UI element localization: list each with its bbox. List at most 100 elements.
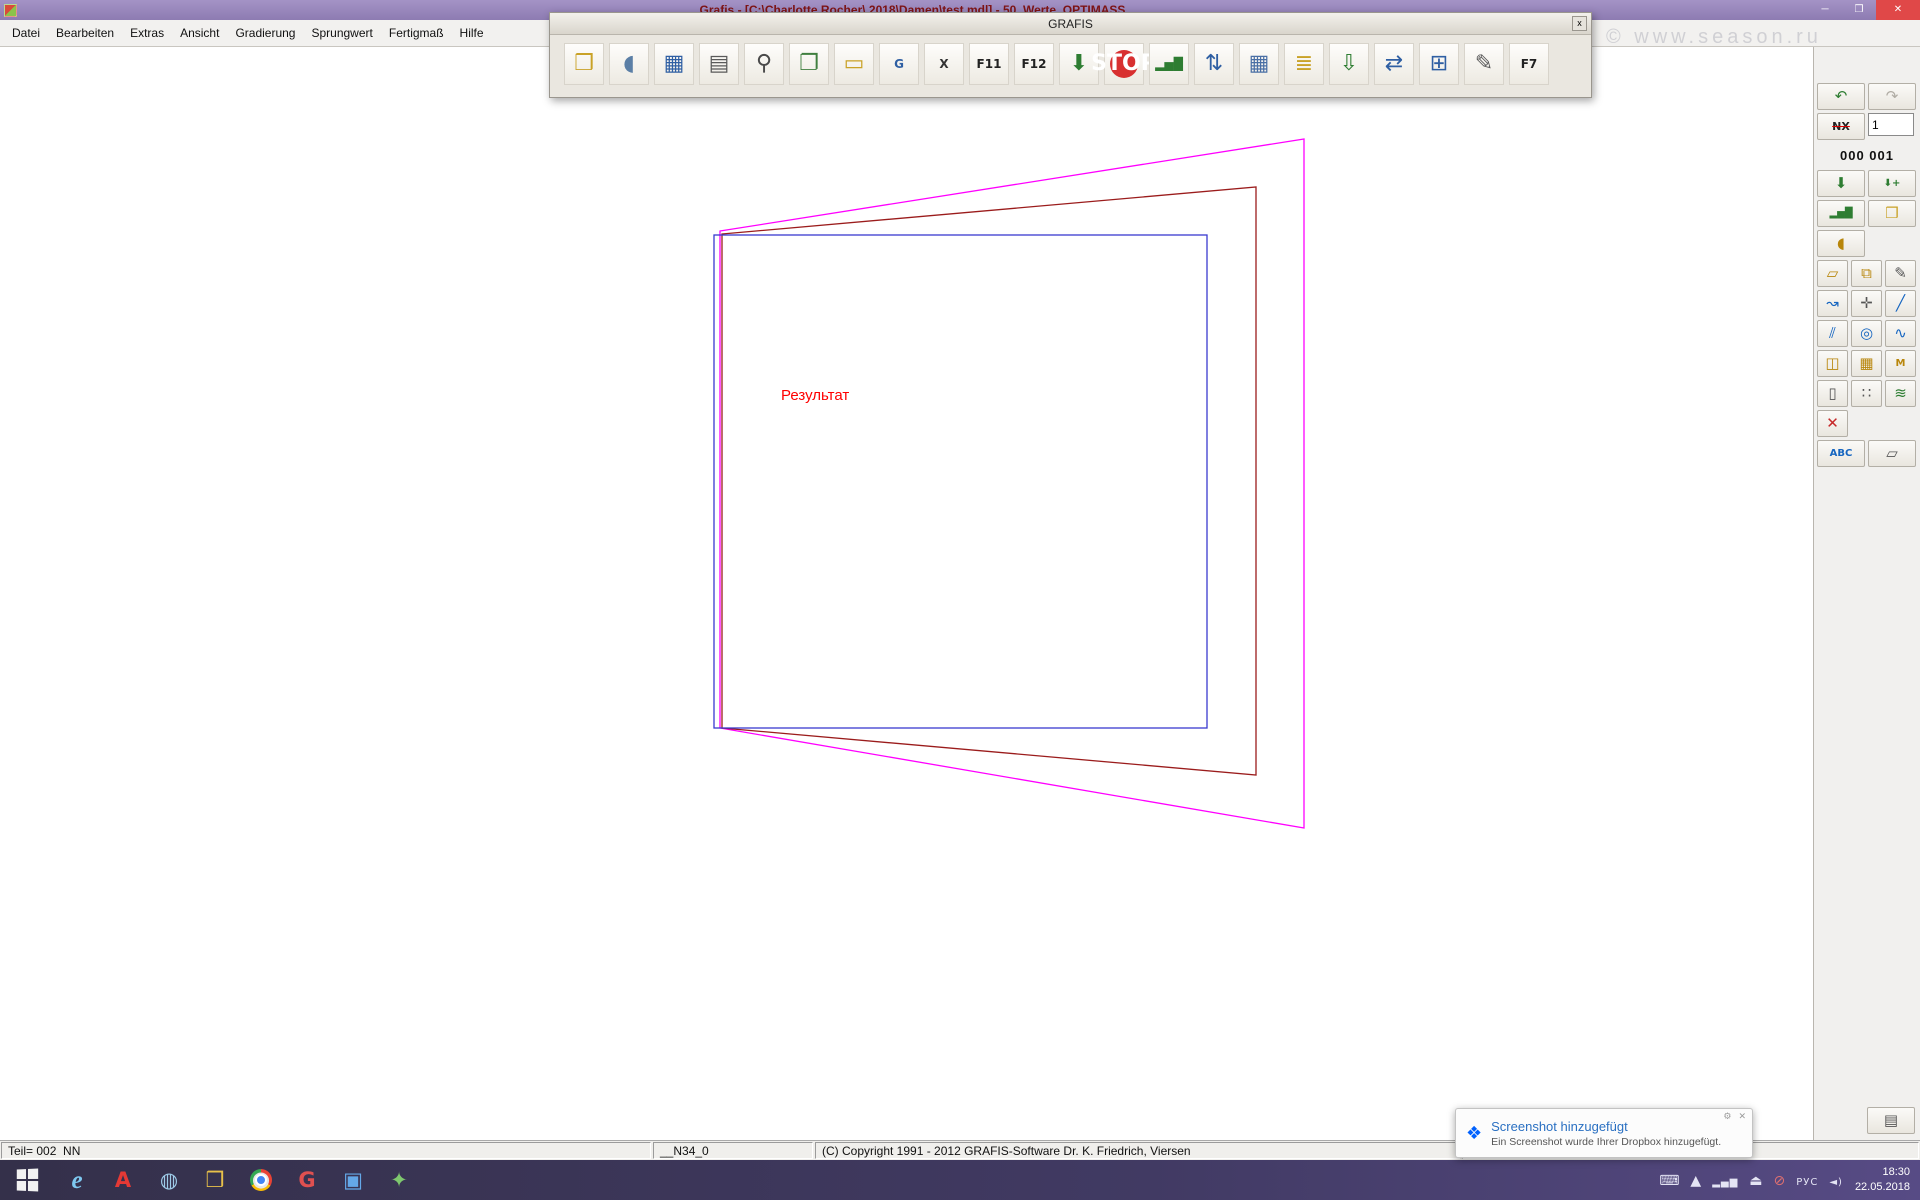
sidebar-line-button[interactable]: ╱ [1885,290,1916,317]
sidebar-nx-button[interactable]: NX [1817,113,1865,140]
tray-volume-icon[interactable]: ◄) [1829,1173,1843,1188]
toolbar-window-view-button[interactable]: ❐ [789,43,829,85]
status-value-field: __N34_0 [653,1142,813,1159]
blue-base-outline[interactable] [713,234,1208,729]
tray-keyboard-icon[interactable]: ⌨ [1659,1173,1679,1188]
sidebar-ruler-button[interactable]: ▯ [1817,380,1848,407]
menu-gradierung[interactable]: Gradierung [227,22,303,44]
sidebar-part-tool-button[interactable]: ▱ [1817,260,1848,287]
watermark: © www.season.ru [1606,26,1822,48]
sidebar-measurement-button[interactable]: M [1885,350,1916,377]
minimize-button[interactable]: ─ [1808,0,1842,20]
sidebar-delete-part-button[interactable]: ✕ [1817,410,1848,437]
nx-icon: NX [1832,120,1850,133]
taskbar-globe-button[interactable]: ◍ [146,1160,192,1200]
tray-time: 18:30 [1882,1166,1910,1179]
sidebar-fold-button[interactable]: ▱ [1868,440,1916,467]
sidebar-part-edit-button[interactable]: ✎ [1885,260,1916,287]
menu-ansicht[interactable]: Ansicht [172,22,227,44]
taskbar-explorer-button[interactable]: ❒ [192,1160,238,1200]
taskbar-app-green-button[interactable]: ✦ [376,1160,422,1200]
toolbar-f11-table-button[interactable]: F11 [969,43,1009,85]
sidebar-undo-button[interactable]: ↶ [1817,83,1865,110]
taskbar-chrome-button[interactable]: ● [238,1160,284,1200]
menu-fertigmass[interactable]: Fertigmaß [381,22,452,44]
start-button[interactable] [0,1160,54,1200]
toolbar-print-button[interactable]: ▤ [699,43,739,85]
sidebar-bottom: ▤ [1817,1107,1917,1134]
toolbar-delete-values-button[interactable]: X [924,43,964,85]
grafis-toolbar-title: GRAFIS [1048,16,1093,31]
toolbar-record-pen-button[interactable]: ✎ [1464,43,1504,85]
toolbar-f7-measure-button[interactable]: F7 [1509,43,1549,85]
tray-clock[interactable]: 18:30 22.05.2018 [1855,1165,1910,1195]
toolbar-statistics-button[interactable]: ▂▅█ [1149,43,1189,85]
toolbar-size-table-button[interactable]: ▦ [1239,43,1279,85]
toast-settings-button[interactable]: ⚙ [1723,1112,1731,1122]
toast-text: Screenshot hinzugefügt Ein Screenshot wu… [1491,1119,1721,1148]
sidebar-parallel-button[interactable]: ⫽ [1817,320,1848,347]
sidebar-curve-arrow-button[interactable]: ↝ [1817,290,1848,317]
drawing-canvas[interactable]: Результат [0,47,1813,1140]
toolbar-zoom-button[interactable]: ⚲ [744,43,784,85]
close-button[interactable]: ✕ [1876,0,1920,20]
sidebar-grading-display-button[interactable]: ▂▅█ [1817,200,1865,227]
toolbar-f12-table-button[interactable]: F12 [1014,43,1054,85]
menu-datei[interactable]: Datei [4,22,48,44]
sidebar-circle-button[interactable]: ◎ [1851,320,1882,347]
screen: Grafis - [C:\Charlotte Rocher\ 2018\Dame… [0,0,1920,1200]
sidebar-curve-button[interactable]: ∿ [1885,320,1916,347]
sidebar-open-part-button[interactable]: ❒ [1868,200,1916,227]
pattern-drawing [713,138,1305,829]
tray-date: 22.05.2018 [1854,1181,1910,1193]
grafis-toolbar-close-button[interactable]: x [1572,16,1587,31]
tray-language-button[interactable]: РУС [1796,1173,1818,1188]
sidebar-parts-stack-button[interactable]: ⧉ [1851,260,1882,287]
menu-bearbeiten[interactable]: Bearbeiten [48,22,122,44]
toolbar-model-button[interactable]: ⇅ [1194,43,1234,85]
sidebar-points-button[interactable]: ∷ [1851,380,1882,407]
taskbar-ie-button[interactable]: e [54,1160,100,1200]
menu-hilfe[interactable]: Hilfe [452,22,492,44]
toast-close-button[interactable]: ✕ [1738,1112,1746,1122]
sidebar-plotter-button[interactable]: ▤ [1867,1107,1915,1134]
taskbar-remote-button[interactable]: ▣ [330,1160,376,1200]
sidebar-number-input[interactable] [1868,113,1914,136]
toolbar-piece-button[interactable]: ◖ [609,43,649,85]
menu-extras[interactable]: Extras [122,22,172,44]
toolbar-export-button[interactable]: ⇩ [1329,43,1369,85]
maximize-button[interactable]: ❒ [1842,0,1876,20]
taskbar-acrobat-button[interactable]: A [100,1160,146,1200]
toolbar-layers-button[interactable]: ≣ [1284,43,1324,85]
sidebar-cross-point-button[interactable]: ✛ [1851,290,1882,317]
sidebar-redo-button[interactable]: ↷ [1868,83,1916,110]
toolbar-measure-ruler-button[interactable]: ▭ [834,43,874,85]
tray-network-icon[interactable]: ▂▄▆ [1712,1173,1738,1188]
toolbar-stop-button[interactable]: STOP [1091,43,1157,85]
menu-sprungwert[interactable]: Sprungwert [303,22,380,44]
undo-redo-row: ↶ ↷ [1817,83,1917,110]
tray-no-connection-icon[interactable]: ⊘ [1774,1173,1786,1188]
tray-eject-icon[interactable]: ⏏ [1749,1173,1762,1188]
tray-hidden-icons-button[interactable]: ▲ [1690,1173,1701,1188]
sidebar-piece-button[interactable]: ◖ [1817,230,1865,257]
red-grade-outline[interactable] [721,186,1257,776]
grafis-toolbar-window: GRAFIS x ❒ ◖ ▦ ▤ ⚲ ❐ ▭ G X F11 F12 ⬇ STO… [549,12,1592,98]
sidebar-two-parts-button[interactable]: ◫ [1817,350,1848,377]
toolbar-arrange-button[interactable]: ⇄ [1374,43,1414,85]
magenta-grade-outline[interactable] [719,138,1305,829]
toolbar-open-button[interactable]: ❒ [564,43,604,85]
nx-row: NX [1817,113,1917,140]
sidebar-call-up-button[interactable]: ⬇ [1817,170,1865,197]
toolbar-grading-table-button[interactable]: G [879,43,919,85]
sidebar-call-up-plus-button[interactable]: ⬇+ [1868,170,1916,197]
sidebar-layers-button[interactable]: ≋ [1885,380,1916,407]
taskbar-grafis-button[interactable]: G [284,1160,330,1200]
grafis-toolbar-titlebar[interactable]: GRAFIS x [550,13,1591,35]
sidebar-abc-text-button[interactable]: ABC [1817,440,1865,467]
status-part-field: Teil= 002 NN [1,1142,651,1159]
result-label: Результат [781,387,850,404]
sidebar-parts-grid-button[interactable]: ▦ [1851,350,1882,377]
toolbar-calculator-button[interactable]: ⊞ [1419,43,1459,85]
toolbar-save-button[interactable]: ▦ [654,43,694,85]
